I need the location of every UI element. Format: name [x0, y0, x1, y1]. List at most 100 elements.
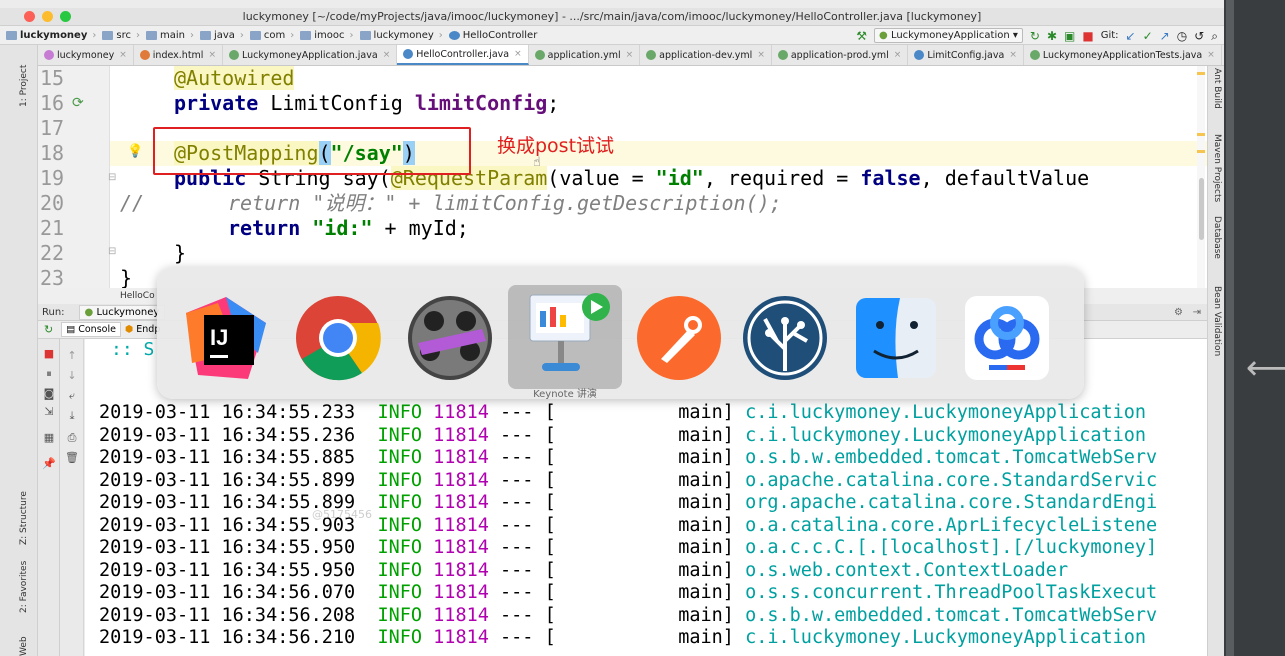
log-level: INFO — [377, 604, 423, 626]
code-editor[interactable]: ⟳ 💡 ⊟ ⊟ 15 @Autowired 16 private LimitConf… — [38, 66, 1207, 288]
console-tab[interactable]: ▤ Console — [61, 322, 121, 337]
minimize-window-button[interactable] — [42, 11, 53, 22]
app-chrome[interactable] — [290, 293, 386, 383]
log-level: INFO — [377, 469, 423, 491]
git-push-icon[interactable]: ↗ — [1160, 30, 1170, 42]
app-finder[interactable] — [848, 293, 944, 383]
camera-icon[interactable]: ◙ — [42, 387, 56, 400]
editor-tab[interactable]: LuckymoneyApplication.java × — [223, 45, 398, 65]
breadcrumb-item[interactable]: HelloController — [448, 30, 537, 41]
close-tab-icon[interactable]: × — [757, 50, 765, 60]
ant-build-tool-tab[interactable]: Ant Build — [1212, 68, 1222, 109]
close-tab-icon[interactable]: × — [1009, 50, 1017, 60]
exit-icon[interactable]: ⇲ — [42, 405, 56, 418]
pause-icon[interactable]: ⏸ — [42, 367, 56, 381]
close-tab-icon[interactable]: × — [383, 50, 391, 60]
editor-tab[interactable]: LuckymoneyApplicationTests.java × — [1024, 45, 1222, 65]
log-level: INFO — [377, 424, 423, 446]
editor-tab[interactable]: HelloController.java × — [397, 45, 529, 65]
console-icon: ▤ — [66, 324, 76, 335]
web-tool-tab[interactable]: Web — [19, 636, 29, 656]
lightbulb-icon[interactable]: 💡 — [127, 144, 143, 159]
run-config-select[interactable]: ● LuckymoneyApplication ▾ — [874, 28, 1023, 43]
app-postman[interactable] — [631, 293, 727, 383]
breadcrumb-item[interactable]: com › — [249, 30, 294, 41]
log-timestamp: 2019-03-11 16:34:55.236 — [99, 424, 356, 446]
editor-tab[interactable]: index.html × — [134, 45, 223, 65]
scroll-end-icon[interactable]: ⤓ — [65, 409, 79, 423]
breadcrumb-item[interactable]: luckymoney › — [359, 30, 443, 41]
log-pid: 11814 — [433, 424, 489, 446]
error-stripe-mark[interactable] — [1197, 150, 1205, 153]
down-arrow-icon[interactable]: ↓ — [65, 369, 79, 382]
editor-tab[interactable]: luckymoney × — [38, 45, 134, 65]
close-tab-icon[interactable]: × — [208, 50, 216, 60]
history-icon[interactable]: ◷ — [1177, 30, 1187, 42]
close-tab-icon[interactable]: × — [514, 49, 522, 59]
favorites-tool-tab[interactable]: 2: Favorites — [19, 561, 29, 613]
log-line: 2019-03-11 16:34:56.070 INFO 11814 --- [… — [99, 582, 1157, 605]
app-keynote[interactable]: Keynote 讲演 — [508, 285, 622, 400]
rerun-icon[interactable]: ↻ — [1030, 30, 1040, 42]
revert-icon[interactable]: ↺ — [1194, 30, 1204, 42]
close-tab-icon[interactable]: × — [626, 50, 634, 60]
pin-icon[interactable]: 📌 — [42, 457, 56, 470]
app-sourcetree[interactable] — [737, 293, 833, 383]
stop-icon[interactable]: ■ — [42, 347, 56, 360]
editor-tab[interactable]: LimitConfig.java × — [908, 45, 1024, 65]
breadcrumb-item[interactable]: main › — [145, 30, 194, 41]
app-intellij[interactable]: IJ — [178, 293, 274, 383]
editor-tab[interactable]: application-dev.yml × — [640, 45, 772, 65]
maximize-window-button[interactable] — [60, 11, 71, 22]
endpoints-tab[interactable]: ⬢ Endp — [125, 324, 160, 335]
fold-icon[interactable]: ⊟ — [108, 172, 116, 183]
search-icon[interactable]: ⌕ — [1211, 30, 1218, 42]
git-commit-icon[interactable]: ✓ — [1143, 30, 1153, 42]
error-stripe-mark[interactable] — [1197, 72, 1205, 75]
log-logger: o.a.catalina.core.AprLifecycleListene — [745, 514, 1158, 536]
log-logger: c.i.luckymoney.LuckymoneyApplication — [745, 402, 1147, 423]
editor-tab[interactable]: application-prod.yml × — [772, 45, 909, 65]
hide-icon[interactable]: ⇥ — [1193, 307, 1201, 318]
close-tab-icon[interactable]: × — [1207, 50, 1215, 60]
debug-icon[interactable]: ✱ — [1047, 30, 1057, 42]
wrap-icon[interactable]: ⤶ — [65, 389, 79, 403]
editor-scrollbar-thumb[interactable] — [1199, 178, 1204, 240]
fold-icon[interactable]: ⊟ — [108, 246, 116, 257]
breadcrumb-item[interactable]: java › — [199, 30, 244, 41]
bean-validation-tool-tab[interactable]: Bean Validation — [1212, 286, 1222, 356]
close-window-button[interactable] — [24, 11, 35, 22]
editor-tab[interactable]: application.yml × — [529, 45, 641, 65]
maven-tool-tab[interactable]: Maven Projects — [1212, 134, 1222, 202]
rerun-icon[interactable]: ↻ — [44, 323, 53, 336]
up-arrow-icon[interactable]: ↑ — [65, 349, 79, 362]
git-update-icon[interactable]: ↙ — [1126, 30, 1136, 42]
layout-icon[interactable]: ▦ — [42, 431, 56, 444]
run-tab[interactable]: ● Luckymoney — [78, 304, 166, 320]
print-icon[interactable]: ⎙ — [65, 431, 79, 445]
app-baidu-netdisk[interactable] — [959, 293, 1055, 383]
stop-icon[interactable]: ■ — [1082, 30, 1093, 42]
trash-icon[interactable]: 🗑 — [65, 451, 79, 464]
database-tool-tab[interactable]: Database — [1212, 216, 1222, 259]
log-line: 2019-03-11 16:34:55.950 INFO 11814 --- [… — [99, 537, 1157, 560]
ide-window: luckymoney [~/code/myProjects/java/imooc… — [0, 0, 1224, 656]
app-final-cut[interactable] — [402, 293, 498, 383]
editor-tabs: luckymoney × index.html × LuckymoneyApplicat… — [38, 45, 1224, 66]
editor-scrollbar[interactable] — [1197, 66, 1205, 288]
error-stripe-mark[interactable] — [1197, 133, 1205, 136]
log-level: INFO — [377, 559, 423, 581]
close-tab-icon[interactable]: × — [894, 50, 902, 60]
structure-tool-tab[interactable]: Z: Structure — [19, 491, 29, 545]
project-tool-tab[interactable]: 1: Project — [19, 65, 29, 107]
right-tool-strip: Ant Build Maven Projects Database Bean V… — [1207, 66, 1224, 656]
coverage-icon[interactable]: ▣ — [1064, 30, 1075, 42]
hammer-icon[interactable]: ⚒ — [856, 30, 867, 42]
settings-icon[interactable]: ⚙ — [1174, 307, 1183, 318]
left-arrow-icon[interactable]: ⟵ — [1246, 348, 1285, 388]
close-tab-icon[interactable]: × — [119, 50, 127, 60]
breadcrumb-item[interactable]: imooc › — [300, 30, 354, 41]
breadcrumb-item[interactable]: luckymoney › — [6, 30, 96, 41]
breadcrumb-item[interactable]: src › — [102, 30, 140, 41]
endpoints-icon: ⬢ — [124, 324, 134, 335]
